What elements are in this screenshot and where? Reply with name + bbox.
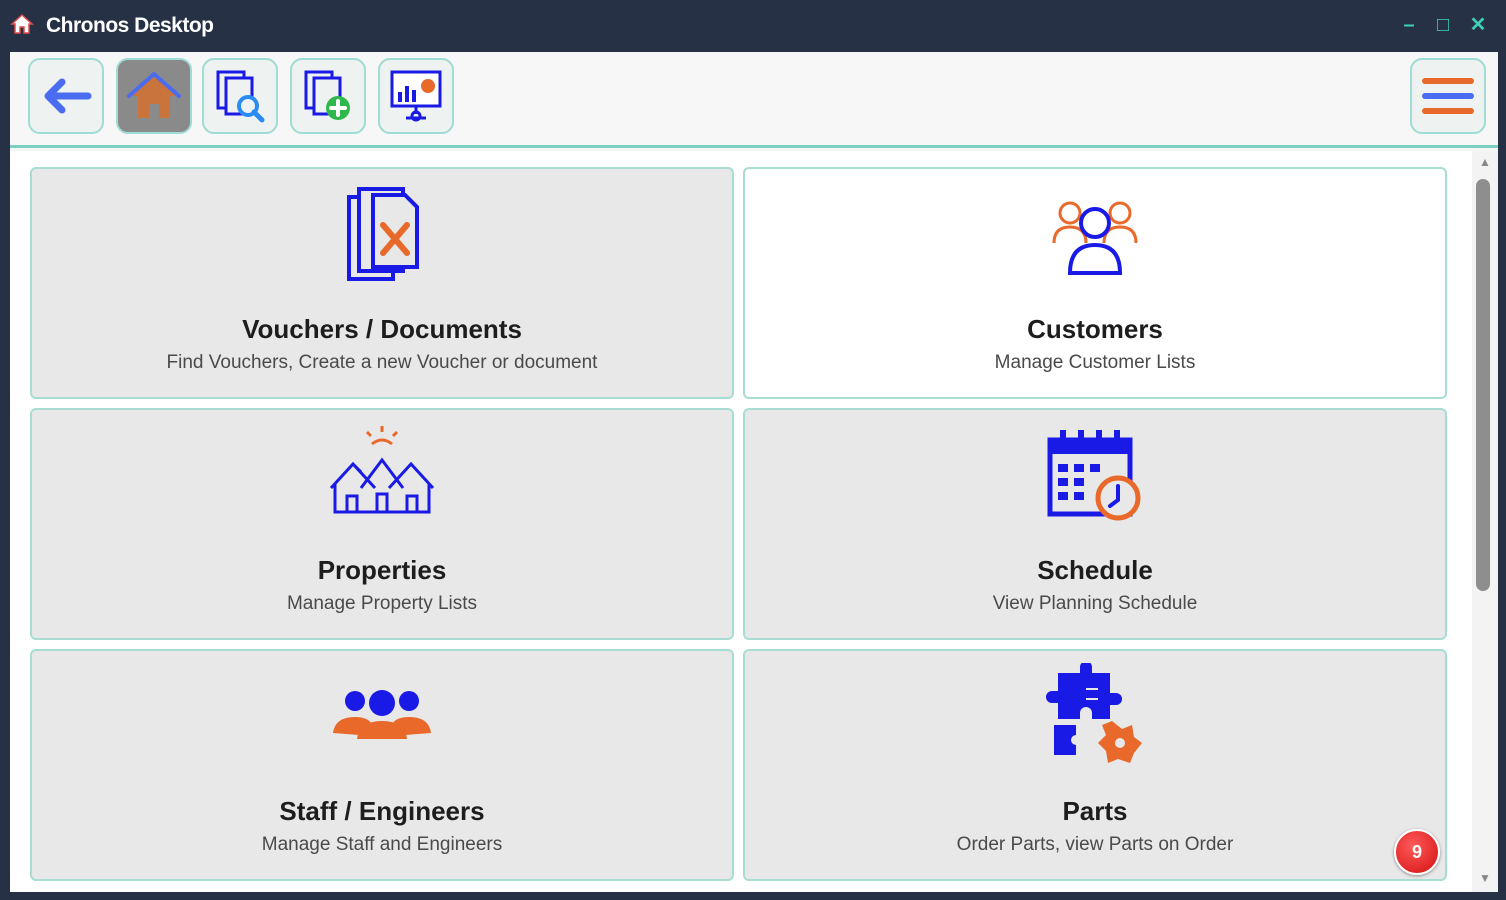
team-icon — [333, 690, 431, 739]
tile-title: Properties — [317, 555, 447, 585]
arrow-left-icon — [44, 78, 92, 114]
tile-parts[interactable]: Parts Order Parts, view Parts on Order — [743, 649, 1447, 881]
home-icon — [10, 13, 34, 34]
menu-button[interactable] — [1410, 58, 1486, 134]
toolbar — [10, 52, 1498, 148]
home-icon — [127, 72, 181, 118]
tile-properties[interactable]: Properties Manage Property Lists — [30, 408, 734, 640]
tile-subtitle: Manage Customer Lists — [994, 352, 1196, 373]
tile-subtitle: Manage Property Lists — [286, 593, 478, 614]
tile-title: Staff / Engineers — [279, 796, 485, 826]
dashboard-grid: Vouchers / Documents Find Vouchers, Crea… — [10, 151, 1498, 892]
title-bar: Chronos Desktop – □ ✕ — [0, 0, 1506, 52]
customers-group-icon — [1052, 201, 1138, 275]
home-button[interactable] — [116, 58, 192, 134]
houses-icon — [329, 426, 435, 514]
main-window: Vouchers / Documents Find Vouchers, Crea… — [10, 52, 1498, 892]
close-button[interactable]: ✕ — [1467, 14, 1489, 36]
tile-title: Schedule — [1037, 555, 1153, 585]
minimize-button[interactable]: – — [1398, 14, 1420, 36]
document-add-icon — [304, 70, 350, 120]
search-documents-button[interactable] — [202, 58, 278, 134]
scroll-thumb[interactable] — [1476, 179, 1490, 591]
scroll-down-arrow-icon[interactable]: ▼ — [1478, 871, 1492, 885]
tile-customers[interactable]: Customers Manage Customer Lists — [743, 167, 1447, 399]
tile-subtitle: Order Parts, view Parts on Order — [956, 834, 1234, 855]
calendar-clock-icon — [1047, 430, 1141, 521]
dashboard-button[interactable] — [378, 58, 454, 134]
tile-title: Customers — [1027, 314, 1163, 344]
notification-badge[interactable]: 9 — [1394, 829, 1440, 875]
back-button[interactable] — [28, 58, 104, 134]
hamburger-menu-icon — [1422, 78, 1474, 114]
puzzle-parts-icon — [1046, 663, 1142, 763]
new-document-button[interactable] — [290, 58, 366, 134]
tile-vouchers-documents[interactable]: Vouchers / Documents Find Vouchers, Crea… — [30, 167, 734, 399]
maximize-button[interactable]: □ — [1432, 14, 1454, 36]
documents-tools-icon — [347, 187, 419, 281]
document-search-icon — [216, 70, 265, 123]
tile-title: Vouchers / Documents — [242, 314, 522, 344]
vertical-scrollbar[interactable]: ▲ ▼ — [1472, 151, 1498, 892]
tile-schedule[interactable]: Schedule View Planning Schedule — [743, 408, 1447, 640]
tile-subtitle: Find Vouchers, Create a new Voucher or d… — [166, 352, 598, 373]
scroll-up-arrow-icon[interactable]: ▲ — [1478, 155, 1492, 169]
tile-subtitle: View Planning Schedule — [992, 593, 1198, 614]
presentation-chart-icon — [390, 70, 442, 122]
tile-subtitle: Manage Staff and Engineers — [261, 834, 503, 855]
tile-staff-engineers[interactable]: Staff / Engineers Manage Staff and Engin… — [30, 649, 734, 881]
tile-title: Parts — [1062, 796, 1128, 826]
window-title: Chronos Desktop — [46, 14, 214, 37]
